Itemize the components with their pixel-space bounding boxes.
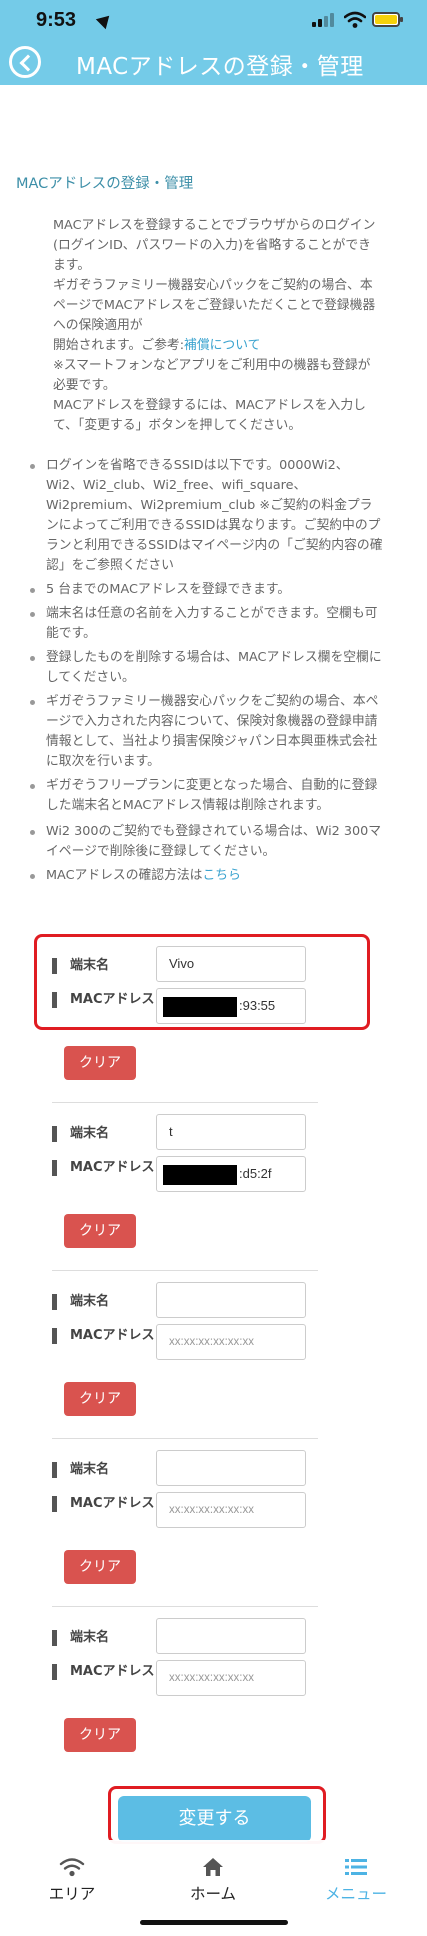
device-name-label: 端末名 bbox=[52, 1628, 109, 1648]
status-bar: 9:53 bbox=[0, 0, 427, 40]
divider bbox=[52, 1270, 318, 1271]
device-name-input[interactable]: t bbox=[156, 1114, 306, 1150]
mac-address-suffix: :d5:2f bbox=[239, 1166, 272, 1181]
intro-text: MACアドレスを登録することでブラウザからのログイン(ログインID、パスワードの… bbox=[53, 216, 383, 436]
intro-line-5: MACアドレスを登録するには、MACアドレスを入力して、「変更する」ボタンを押し… bbox=[53, 398, 366, 433]
back-button[interactable] bbox=[9, 46, 41, 78]
mac-address-label: MACアドレス bbox=[52, 1326, 162, 1346]
mac-address-input[interactable]: xx:xx:xx:xx:xx:xx bbox=[156, 1324, 306, 1360]
redaction-mask bbox=[163, 997, 237, 1017]
submit-button[interactable]: 変更する bbox=[118, 1796, 311, 1842]
device-name-input[interactable] bbox=[156, 1282, 306, 1318]
section-title: MACアドレスの登録・管理 bbox=[16, 176, 194, 192]
mac-address-label: MACアドレス bbox=[52, 1494, 162, 1514]
device-name-label: 端末名 bbox=[52, 1292, 109, 1312]
intro-line-1: MACアドレスを登録することでブラウザからのログイン(ログインID、パスワードの… bbox=[53, 218, 376, 273]
note-item: Wi2 300のご契約でも登録されている場合は、Wi2 300マイページで削除後… bbox=[30, 822, 384, 862]
divider bbox=[52, 1438, 318, 1439]
note-item: 端末名は任意の名前を入力することができます。空欄も可能です。 bbox=[30, 604, 384, 644]
clear-button[interactable]: クリア bbox=[64, 1550, 136, 1584]
divider bbox=[52, 1606, 318, 1607]
tab-menu[interactable]: メニュー bbox=[316, 1856, 396, 1904]
cellular-signal-icon bbox=[312, 13, 334, 27]
clear-button[interactable]: クリア bbox=[64, 1214, 136, 1248]
device-name-label: 端末名 bbox=[52, 1124, 109, 1144]
redaction-mask bbox=[163, 1165, 237, 1185]
intro-reference-label: 開始されます。ご参考: bbox=[53, 338, 185, 353]
mac-address-input[interactable]: :93:55 bbox=[156, 988, 306, 1024]
mac-address-label: MACアドレス bbox=[52, 990, 162, 1010]
note-item: MACアドレスの確認方法はこちら bbox=[30, 866, 384, 886]
device-name-input[interactable] bbox=[156, 1618, 306, 1654]
tab-area-label: エリア bbox=[48, 1885, 96, 1903]
page-title: MACアドレスの登録・管理 bbox=[76, 54, 364, 80]
clear-button[interactable]: クリア bbox=[64, 1046, 136, 1080]
tab-menu-label: メニュー bbox=[324, 1885, 387, 1903]
location-arrow-icon bbox=[95, 10, 115, 30]
tab-area[interactable]: エリア bbox=[32, 1856, 112, 1904]
note-item: ログインを省略できるSSIDは以下です。0000Wi2、Wi2、Wi2_club… bbox=[30, 456, 384, 576]
wifi-icon bbox=[59, 1858, 85, 1877]
clear-button[interactable]: クリア bbox=[64, 1382, 136, 1416]
coverage-link[interactable]: 補償について bbox=[184, 338, 260, 353]
clear-button[interactable]: クリア bbox=[64, 1718, 136, 1752]
mac-address-input[interactable]: xx:xx:xx:xx:xx:xx bbox=[156, 1660, 306, 1696]
mac-address-label: MACアドレス bbox=[52, 1662, 162, 1682]
battery-icon bbox=[372, 12, 403, 27]
home-icon bbox=[203, 1858, 223, 1876]
note-item: 5 台までのMACアドレスを登録できます。 bbox=[30, 580, 384, 600]
mac-address-input[interactable]: xx:xx:xx:xx:xx:xx bbox=[156, 1492, 306, 1528]
note-item: ギガぞうフリープランに変更となった場合、自動的に登録した端末名とMACアドレス情… bbox=[30, 776, 384, 816]
mac-check-label: MACアドレスの確認方法は bbox=[46, 868, 203, 883]
mac-address-input[interactable]: :d5:2f bbox=[156, 1156, 306, 1192]
device-name-input[interactable] bbox=[156, 1450, 306, 1486]
notes-list: ログインを省略できるSSIDは以下です。0000Wi2、Wi2、Wi2_club… bbox=[30, 456, 384, 890]
device-name-input[interactable]: Vivo bbox=[156, 946, 306, 982]
intro-line-3: 開始されます。ご参考:補償について bbox=[53, 336, 383, 356]
mac-check-link[interactable]: こちら bbox=[202, 868, 240, 883]
mac-address-label: MACアドレス bbox=[52, 1158, 162, 1178]
divider bbox=[52, 1102, 318, 1103]
tab-home-label: ホーム bbox=[189, 1885, 237, 1903]
note-item: ギガぞうファミリー機器安心パックをご契約の場合、本ページで入力された内容について… bbox=[30, 692, 384, 772]
status-time: 9:53 bbox=[36, 9, 77, 31]
header-bar: 9:53 MACアドレスの登録・管理 bbox=[0, 0, 427, 85]
intro-line-4: ※スマートフォンなどアプリをご利用中の機器も登録が必要です。 bbox=[53, 358, 371, 393]
note-item: 登録したものを削除する場合は、MACアドレス欄を空欄にしてください。 bbox=[30, 648, 384, 688]
device-name-label: 端末名 bbox=[52, 1460, 109, 1480]
home-indicator bbox=[140, 1920, 288, 1925]
menu-list-icon bbox=[345, 1859, 367, 1875]
wifi-status-icon bbox=[344, 11, 366, 28]
mac-address-suffix: :93:55 bbox=[239, 998, 276, 1013]
intro-line-2: ギガぞうファミリー機器安心パックをご契約の場合、本ページでMACアドレスをご登録… bbox=[53, 278, 376, 333]
tab-home[interactable]: ホーム bbox=[173, 1856, 253, 1904]
device-name-label: 端末名 bbox=[52, 956, 109, 976]
